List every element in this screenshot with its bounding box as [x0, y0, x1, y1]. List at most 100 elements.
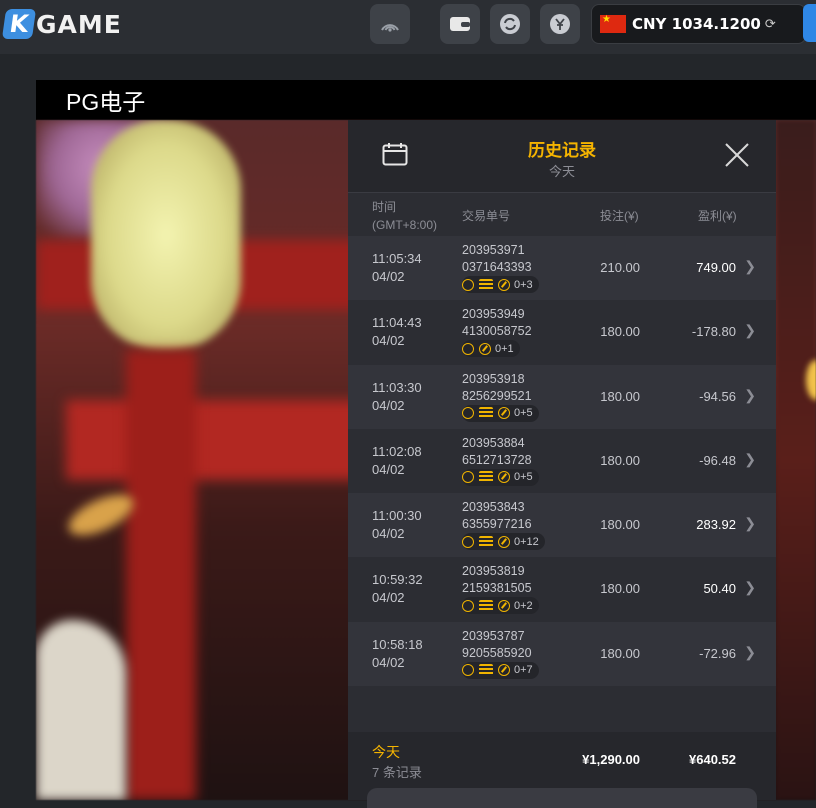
free-spin-count: 0+7: [514, 664, 533, 677]
row-profit: -94.56: [699, 388, 736, 404]
free-spin-icon: [498, 599, 510, 612]
spin-icon: [462, 278, 474, 291]
signal-icon: [381, 24, 399, 32]
row-id-line2: 8256299521: [462, 388, 532, 403]
history-row[interactable]: 10:59:32 04/02 203953819 2159381505 0+2 180.0…: [348, 557, 776, 622]
game-right-edge: [776, 120, 816, 800]
kgame-logo[interactable]: K GAME: [1, 6, 122, 42]
free-spin-count: 0+3: [514, 278, 533, 291]
bottom-sheet-handle[interactable]: [367, 788, 757, 808]
row-id-line1: 203953971: [462, 243, 525, 257]
row-id-line1: 203953787: [462, 628, 525, 643]
close-icon[interactable]: [724, 142, 750, 168]
row-bet: 180.00: [600, 517, 640, 533]
row-date-value: 04/02: [372, 269, 405, 284]
row-date-value: 04/02: [372, 654, 405, 670]
free-spin-icon: [498, 407, 510, 420]
footer-total-win: ¥640.52: [689, 752, 736, 767]
chevron-right-icon[interactable]: ❯: [744, 258, 756, 275]
row-id-line2: 4130058752: [462, 324, 532, 339]
deposit-button[interactable]: [803, 4, 816, 42]
wallet-icon: [450, 17, 470, 31]
game-title-bar: PG电子: [36, 80, 816, 120]
row-profit: -72.96: [699, 645, 736, 661]
chevron-right-icon[interactable]: ❯: [744, 579, 756, 596]
row-date-value: 04/02: [372, 397, 405, 413]
row-time-value: 10:58:18: [372, 636, 423, 652]
footer-record-count: 7 条记录: [372, 765, 422, 780]
torii-pillar: [126, 350, 196, 800]
history-row[interactable]: 11:00:30 04/02 203953843 6355977216 0+12 180.…: [348, 493, 776, 558]
chevron-right-icon[interactable]: ❯: [744, 387, 756, 404]
chevron-right-icon[interactable]: ❯: [744, 644, 756, 661]
row-date-value: 04/02: [372, 461, 405, 477]
row-id-line2: 6512713728: [462, 452, 532, 467]
row-feature-icons: 0+12: [462, 533, 545, 551]
row-feature-icons: 0+3: [462, 276, 539, 293]
signal-button[interactable]: [370, 4, 410, 44]
row-bet: 180.00: [600, 452, 640, 468]
row-date-value: 04/02: [372, 590, 405, 606]
wallet-button[interactable]: [440, 4, 480, 44]
footer-period-label: 今天: [372, 744, 400, 760]
top-bar: K GAME CNY 1034.1200 ⟳: [0, 0, 816, 54]
free-spin-icon: [479, 342, 491, 355]
refresh-arrows-icon: [500, 14, 520, 34]
row-feature-icons: 0+7: [462, 661, 539, 679]
row-profit: 749.00: [696, 260, 736, 275]
row-feature-icons: 0+5: [462, 404, 539, 422]
row-id-line1: 203953918: [462, 371, 525, 386]
history-row[interactable]: 10:58:18 04/02 203953787 9205585920 0+7 180.0…: [348, 621, 776, 687]
row-bet: 180.00: [600, 388, 640, 404]
coins-icon: [479, 664, 493, 677]
logo-text: GAME: [36, 9, 122, 39]
balance-amount: CNY 1034.1200: [632, 15, 761, 33]
chevron-right-icon[interactable]: ❯: [744, 515, 756, 532]
row-profit: -178.80: [691, 324, 736, 340]
free-spin-count: 0+1: [495, 342, 514, 355]
row-time: 11:04:43 04/02: [372, 314, 422, 350]
transfer-button[interactable]: [490, 4, 530, 44]
balance-display[interactable]: CNY 1034.1200 ⟳: [591, 4, 806, 44]
row-transaction-id: 203953918 8256299521: [462, 371, 532, 405]
history-row[interactable]: 11:05:34 04/02 203953971 0371643393 0+3 210.0…: [348, 236, 776, 301]
refresh-icon[interactable]: ⟳: [765, 16, 776, 32]
row-bet: 210.00: [600, 260, 640, 275]
row-date-value: 04/02: [372, 526, 405, 542]
col-time-header: 时间 (GMT+8:00): [372, 198, 437, 234]
row-id-line1: 203953949: [462, 307, 525, 322]
history-row[interactable]: 11:03:30 04/02 203953918 8256299521 0+5 180.0…: [348, 364, 776, 429]
row-transaction-id: 203953949 4130058752: [462, 306, 532, 340]
torii-beam-bottom: [66, 400, 366, 480]
row-time-value: 11:05:34: [372, 251, 422, 266]
history-title: 历史记录: [528, 141, 596, 160]
game-title: PG电子: [66, 89, 146, 115]
history-row[interactable]: 11:02:08 04/02 203953884 6512713728 0+5 180.0…: [348, 428, 776, 494]
row-transaction-id: 203953787 9205585920: [462, 628, 532, 662]
spin-icon: [462, 471, 474, 484]
row-transaction-id: 203953971 0371643393: [462, 242, 532, 276]
currency-button[interactable]: [540, 4, 580, 44]
yen-coin-icon: [550, 14, 570, 34]
spin-icon: [462, 664, 474, 677]
row-profit: 50.40: [703, 581, 736, 597]
coins-icon: [479, 407, 493, 420]
chevron-right-icon[interactable]: ❯: [744, 451, 756, 468]
row-id-line2: 0371643393: [462, 260, 532, 274]
row-profit: -96.48: [699, 452, 736, 468]
history-header: 历史记录 今天: [348, 120, 776, 193]
row-time: 10:58:18 04/02: [372, 636, 423, 672]
history-row[interactable]: 11:04:43 04/02 203953949 4130058752 0+1 180.0…: [348, 300, 776, 365]
row-bet: 180.00: [600, 324, 640, 340]
chevron-right-icon[interactable]: ❯: [744, 322, 756, 339]
coins-icon: [479, 535, 493, 548]
row-id-line2: 2159381505: [462, 581, 532, 596]
coins-icon: [479, 599, 493, 612]
row-date-value: 04/02: [372, 333, 405, 349]
row-time: 10:59:32 04/02: [372, 571, 423, 607]
row-time: 11:02:08 04/02: [372, 443, 422, 479]
row-bet: 180.00: [600, 581, 640, 597]
history-panel: 历史记录 今天 时间 (GMT+8:00) 交易单号 投注(¥) 盈利(¥) 1…: [348, 120, 776, 808]
spin-icon: [462, 407, 474, 420]
row-transaction-id: 203953819 2159381505: [462, 563, 532, 597]
